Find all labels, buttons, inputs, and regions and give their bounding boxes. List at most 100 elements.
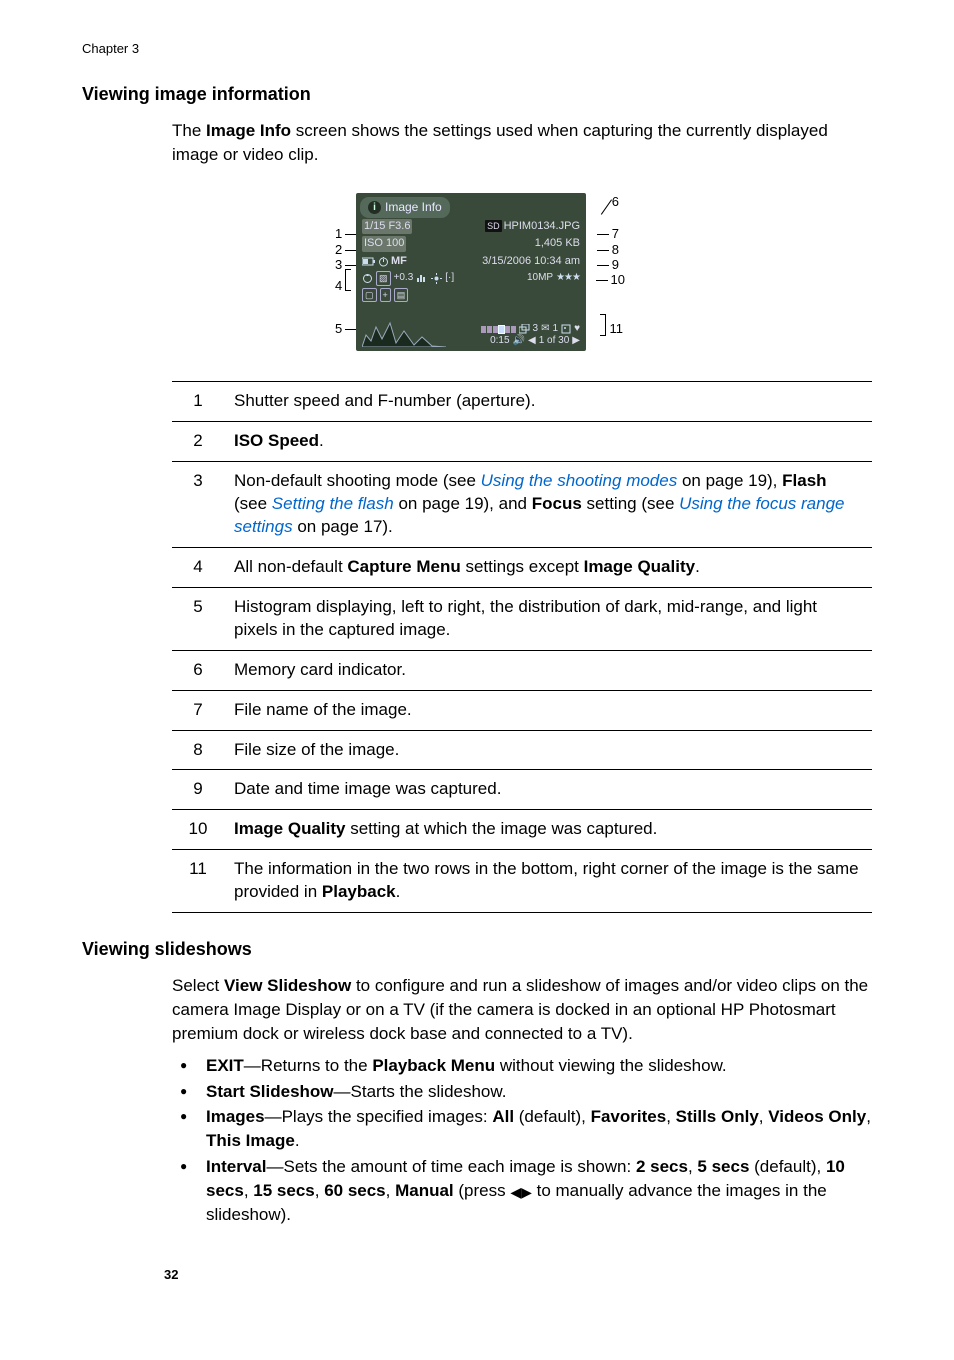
filename-text: HPIM0134.JPG (504, 220, 580, 232)
def-num: 5 (172, 587, 224, 650)
t: 2 secs (636, 1157, 688, 1176)
def-num: 7 (172, 690, 224, 730)
t: All (492, 1107, 514, 1126)
t: —Plays the specified images: (265, 1107, 493, 1126)
def-num: 8 (172, 730, 224, 770)
table-row: 10 Image Quality setting at which the im… (172, 810, 872, 850)
section-heading-image-info: Viewing image information (82, 82, 872, 107)
filename-value: SDHPIM0134.JPG (485, 219, 580, 234)
def-num: 6 (172, 650, 224, 690)
filmstrip-icon (481, 326, 516, 333)
t: Non-default shooting mode (see (234, 471, 481, 490)
table-row: 9Date and time image was captured. (172, 770, 872, 810)
page-number: 32 (164, 1266, 178, 1284)
t: , (315, 1181, 324, 1200)
t: Image Quality (584, 557, 695, 576)
list-item-exit: EXIT—Returns to the Playback Menu withou… (172, 1054, 872, 1078)
t: 5 secs (697, 1157, 749, 1176)
timer-icon (378, 256, 389, 267)
iso-speed-label: ISO Speed (234, 431, 319, 450)
t: Focus (532, 494, 582, 513)
def-text: File size of the image. (224, 730, 872, 770)
callout-number: 5 (332, 320, 345, 338)
lcd-row-caps1: ▨ +0.3 [·] 10MP ★★★ (360, 270, 582, 287)
t: Playback Menu (372, 1056, 495, 1075)
t: (press (454, 1181, 511, 1200)
table-row: 3 Non-default shooting mode (see Using t… (172, 462, 872, 548)
lcd-row-iso: ISO 100 1,405 KB (360, 235, 582, 252)
info-icon: i (368, 201, 381, 214)
t: Stills Only (676, 1107, 759, 1126)
t: This Image (206, 1131, 295, 1150)
image-info-intro: The Image Info screen shows the settings… (172, 119, 872, 167)
battery-icon (362, 257, 376, 266)
callout-4: 4 (332, 277, 345, 295)
t: Playback (322, 882, 396, 901)
lcd-bottom-row1: 3 ✉1 ♥ (450, 323, 580, 335)
link-shooting-modes[interactable]: Using the shooting modes (481, 471, 678, 490)
histogram-icon (362, 317, 446, 347)
callout-number: 11 (607, 320, 627, 338)
sound-icon: 🔊 (513, 335, 525, 347)
t: , (759, 1107, 768, 1126)
t: —Returns to the (244, 1056, 373, 1075)
table-row: 11 The information in the two rows in th… (172, 850, 872, 913)
list-item-start: Start Slideshow—Starts the slideshow. (172, 1080, 872, 1104)
t: 60 secs (324, 1181, 385, 1200)
t: without viewing the slideshow. (495, 1056, 727, 1075)
slideshow-options-list: EXIT—Returns to the Playback Menu withou… (172, 1054, 872, 1227)
mp-value: 10MP (527, 271, 553, 285)
shutter-value: 1/15 F3.6 (362, 219, 412, 234)
tag-icon (561, 324, 571, 334)
t: 15 secs (253, 1181, 314, 1200)
t: Image Quality (234, 819, 345, 838)
filesize-value: 1,405 KB (535, 236, 580, 251)
def-text: Shutter speed and F-number (aperture). (224, 382, 872, 422)
intro-bold: Image Info (206, 121, 291, 140)
def-num: 9 (172, 770, 224, 810)
lcd-title-bar: i Image Info (360, 197, 450, 218)
t: Manual (395, 1181, 454, 1200)
t: Interval (206, 1157, 266, 1176)
lcd-histogram-row: 3 ✉1 ♥ 0:15 🔊 ◀ 1 of 30 ▶ (360, 313, 582, 347)
image-info-definitions-table: 1Shutter speed and F-number (aperture). … (172, 381, 872, 913)
stack-count: 3 (533, 323, 539, 335)
def-text: ISO Speed. (224, 422, 872, 462)
t: Start Slideshow (206, 1082, 334, 1101)
t: on page 17). (293, 517, 393, 536)
slideshows-intro: Select View Slideshow to configure and r… (172, 974, 872, 1045)
lcd-bottom-row2: 0:15 🔊 ◀ 1 of 30 ▶ (450, 335, 580, 347)
meter-icon: [·] (445, 271, 454, 285)
t: on page 19), (677, 471, 782, 490)
t: setting (see (582, 494, 679, 513)
callout-number: 3 (332, 256, 345, 274)
t: setting at which the image was captured. (345, 819, 657, 838)
def-text: Memory card indicator. (224, 650, 872, 690)
t: Videos Only (768, 1107, 866, 1126)
t: (see (234, 494, 272, 513)
mail-count: 1 (553, 323, 559, 335)
t: (default), (514, 1107, 591, 1126)
t: , (688, 1157, 697, 1176)
callout-number: 4 (332, 277, 345, 295)
table-row: 2ISO Speed. (172, 422, 872, 462)
t: —Starts the slideshow. (334, 1082, 507, 1101)
def-num: 3 (172, 462, 224, 548)
t: , (386, 1181, 395, 1200)
callout-11: 11 (607, 320, 627, 338)
lcd-title: Image Info (385, 199, 442, 216)
sd-icon: SD (485, 220, 502, 233)
plus-icon: + (380, 288, 391, 303)
right-arrow-icon: ▶ (572, 335, 580, 347)
callout-10: 10 (596, 271, 628, 289)
callout-5: 5 (332, 320, 357, 338)
lcd-row-caps2: ▢ + ▤ (360, 287, 582, 304)
t: on page 19), and (394, 494, 532, 513)
ev-icon: ▨ (376, 271, 391, 286)
stack-icon (519, 324, 530, 334)
def-num: 11 (172, 850, 224, 913)
counter-value: 1 of 30 (539, 335, 570, 347)
link-setting-flash[interactable]: Setting the flash (272, 494, 394, 513)
mode-indicators: MF (362, 254, 407, 269)
left-arrow-icon: ◀ (528, 335, 536, 347)
